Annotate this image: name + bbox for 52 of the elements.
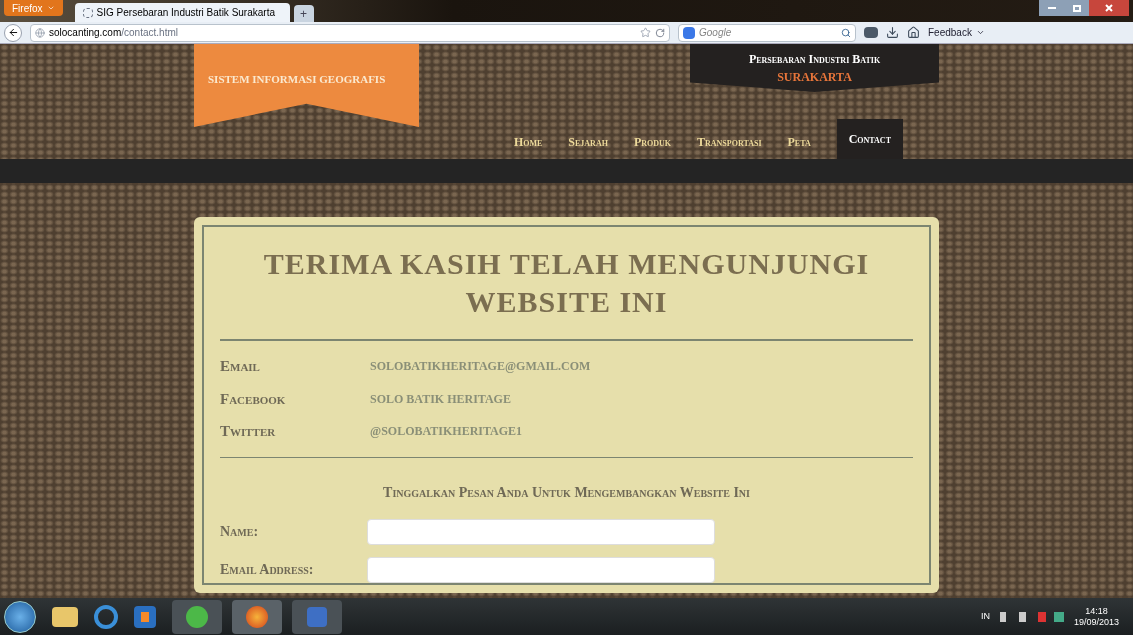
search-icon[interactable] [841, 27, 851, 38]
feedback-button[interactable]: Feedback [928, 25, 985, 40]
url-text: solocanting.com/contact.html [49, 26, 178, 40]
nav-link[interactable]: Produk [633, 133, 671, 159]
close-icon[interactable] [1089, 0, 1129, 16]
contact-label: Email [220, 357, 261, 376]
taskbar-app-button[interactable] [292, 599, 342, 634]
nav-link[interactable]: Contact [836, 119, 903, 159]
nav-link[interactable]: Home [513, 133, 543, 159]
reload-icon[interactable] [655, 27, 665, 38]
search-box[interactable]: Google [678, 23, 856, 42]
thank-you-heading: TERIMA KASIH TELAH MENGUNJUNGI WEBSITE INI [262, 246, 871, 320]
globe-icon [35, 27, 45, 38]
search-field[interactable]: Google [699, 25, 837, 40]
contact-value: SOLO BATIK HERITAGE [370, 390, 511, 408]
taskbar-app-button[interactable] [232, 599, 282, 634]
search-engine-icon[interactable] [683, 26, 695, 39]
home-icon[interactable] [907, 26, 920, 39]
input-field[interactable] [367, 518, 715, 545]
new-tab-button[interactable]: + [293, 5, 314, 22]
taskbar-app-button[interactable] [172, 599, 222, 634]
folder-icon[interactable] [52, 606, 78, 627]
site-subtitle: SURAKARTA [777, 69, 852, 86]
field-label: Name: [220, 523, 260, 541]
form-heading: Tinggalkan Pesan Anda Untuk Mengembangkan Website Ini [382, 483, 751, 502]
contact-value: SOLOBATIKHERITAGE@GMAIL.COM [370, 358, 591, 376]
back-button[interactable] [4, 23, 22, 42]
banner-text: SISTEM INFORMASI GEOGRAFIS [208, 73, 386, 85]
back-arrow-icon [7, 27, 19, 38]
star-icon[interactable] [640, 27, 651, 38]
download-icon[interactable] [886, 26, 899, 39]
input-field[interactable] [367, 556, 715, 583]
contact-label: Twitter [220, 422, 277, 441]
nav-link[interactable]: Sejarah [568, 133, 608, 159]
address-bar[interactable]: solocanting.com/contact.html [30, 23, 670, 42]
caret-icon [46, 4, 55, 12]
clock-date: 19/09/2013 [1073, 616, 1119, 628]
start-button[interactable] [4, 600, 36, 633]
contact-value: @SOLOBATIKHERITAGE1 [370, 423, 523, 441]
clock-time: 14:18 [1085, 605, 1108, 617]
browser-tab[interactable]: SIG Persebaran Industri Batik Surakarta [74, 3, 290, 22]
language-indicator[interactable]: IN [980, 609, 990, 624]
nav-link[interactable]: Transportasi [697, 133, 762, 159]
minimize-icon[interactable] [1039, 0, 1065, 16]
media-player-icon[interactable] [134, 605, 156, 628]
contact-label: Facebook [220, 389, 287, 409]
site-title: Persebaran Industri Batik [748, 51, 881, 68]
field-label: Email Address: [220, 561, 315, 579]
caret-icon [975, 28, 985, 37]
nav-link[interactable]: Peta [787, 133, 811, 159]
restore-icon[interactable] [1065, 0, 1089, 16]
tab-title: SIG Persebaran Industri Batik Surakarta [96, 6, 275, 20]
